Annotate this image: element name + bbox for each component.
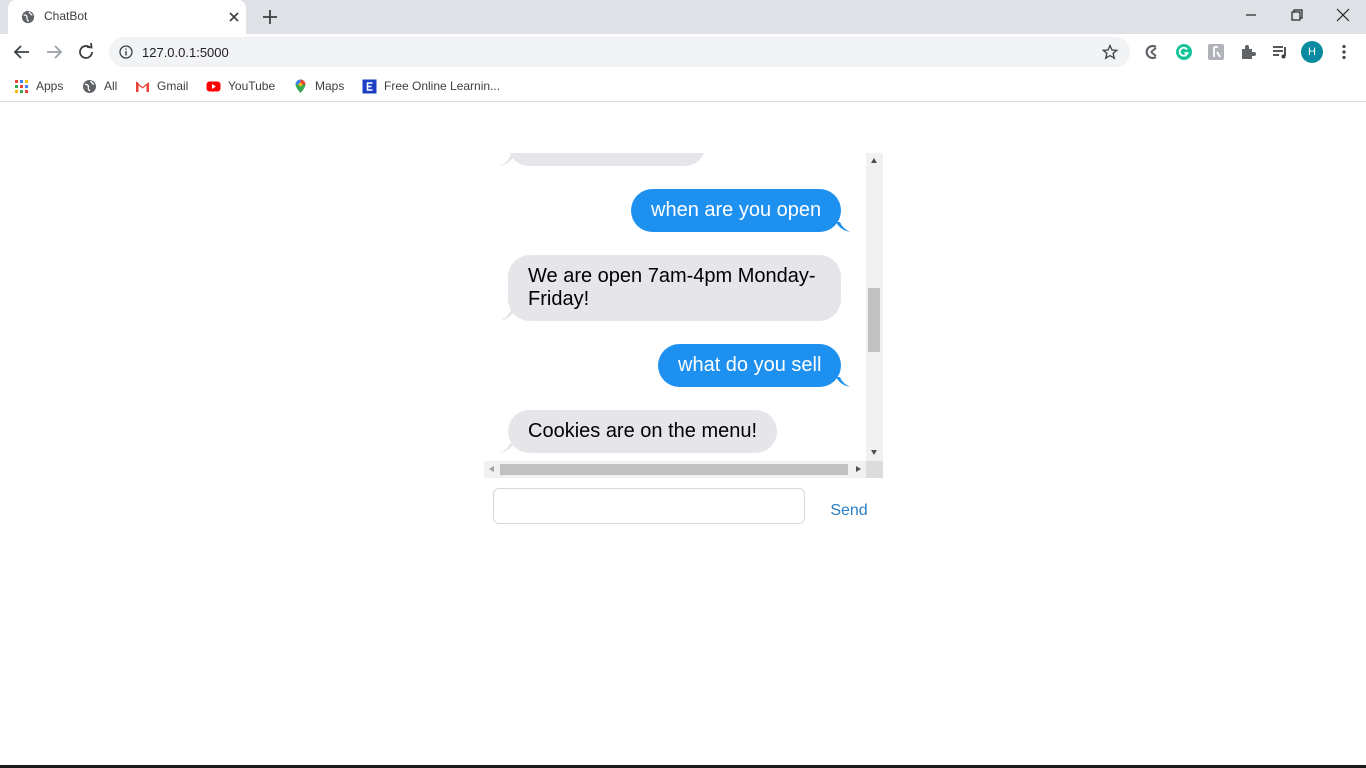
minimize-icon: [1246, 14, 1256, 16]
url-text: 127.0.0.1:5000: [142, 45, 229, 60]
tab-title: ChatBot: [44, 9, 88, 23]
maps-pin-icon: [295, 79, 306, 93]
bookmark-apps[interactable]: Apps: [14, 77, 63, 95]
restore-icon: [1291, 9, 1303, 21]
forward-arrow-icon: [47, 45, 63, 59]
send-button[interactable]: Send: [823, 500, 875, 522]
bot-message: Cookies are on the menu!: [508, 410, 778, 453]
bookmark-star-icon[interactable]: [1102, 44, 1118, 60]
bookmark-all[interactable]: All: [82, 77, 117, 95]
apps-grid-icon: [15, 79, 28, 93]
learning-site-icon: [362, 79, 377, 93]
bookmark-label: Apps: [36, 79, 64, 93]
new-tab-icon[interactable]: [261, 8, 279, 26]
puzzle-icon: [1242, 45, 1256, 59]
back-arrow-icon: [13, 45, 29, 59]
bookmarks-bar: Apps All Gmail YouTube Maps Free Online …: [0, 70, 1366, 102]
vertical-scroll-thumb[interactable]: [868, 288, 880, 352]
browser-toolbar: 127.0.0.1:5000 H: [0, 34, 1366, 70]
reload-icon: [79, 43, 93, 59]
bookmark-label: All: [104, 79, 118, 93]
scroll-down-arrow-icon[interactable]: [871, 450, 877, 455]
horizontal-scroll-thumb[interactable]: [500, 464, 848, 475]
extension-square-icon: [1208, 44, 1224, 60]
chat-window: when are you open We are open 7am-4pm Mo…: [484, 153, 883, 478]
extension-button[interactable]: [1142, 42, 1162, 62]
bubble-tail: [500, 156, 514, 166]
user-message: what do you sell: [658, 344, 842, 387]
media-control-button[interactable]: [1270, 42, 1290, 62]
tab-strip: ChatBot: [0, 0, 1366, 34]
more-vertical-icon: [1342, 44, 1346, 60]
close-icon: [1336, 8, 1350, 22]
message-list[interactable]: when are you open We are open 7am-4pm Mo…: [484, 153, 866, 461]
tab-chatbot[interactable]: ChatBot: [8, 0, 246, 34]
bubble-tail: [836, 222, 850, 232]
bookmark-label: Maps: [315, 79, 345, 93]
bot-message: We are open 7am-4pm Monday-Friday!: [508, 255, 841, 321]
reload-button[interactable]: [74, 40, 98, 64]
bubble-tail: [500, 311, 514, 321]
extensions-menu-button[interactable]: [1238, 42, 1258, 62]
gmail-icon: [135, 81, 149, 92]
address-bar[interactable]: 127.0.0.1:5000: [109, 37, 1130, 67]
profile-avatar[interactable]: H: [1301, 41, 1323, 63]
bookmark-youtube[interactable]: YouTube: [206, 77, 275, 95]
bookmark-label: Free Online Learnin...: [384, 79, 501, 93]
grammarly-button[interactable]: [1174, 42, 1194, 62]
extension-c-icon: [1145, 44, 1157, 60]
bookmark-free-online-learning[interactable]: Free Online Learnin...: [362, 77, 500, 95]
forward-button[interactable]: [42, 40, 66, 64]
bot-message: [508, 153, 706, 166]
scroll-right-arrow-icon[interactable]: [856, 466, 861, 472]
bubble-tail: [500, 443, 514, 453]
browser-menu-button[interactable]: [1334, 42, 1354, 62]
bookmark-label: Gmail: [157, 79, 189, 93]
scroll-left-arrow-icon[interactable]: [489, 466, 494, 472]
youtube-icon: [206, 81, 221, 91]
info-icon[interactable]: [119, 45, 133, 59]
horizontal-scrollbar[interactable]: [484, 461, 866, 478]
bookmark-label: YouTube: [228, 79, 276, 93]
bookmark-gmail[interactable]: Gmail: [135, 77, 188, 95]
user-message: when are you open: [631, 189, 842, 232]
grammarly-icon: [1176, 44, 1192, 60]
close-window-button[interactable]: [1320, 0, 1366, 30]
restore-button[interactable]: [1274, 0, 1320, 30]
vertical-scrollbar[interactable]: [866, 153, 883, 461]
minimize-button[interactable]: [1228, 0, 1274, 30]
playlist-icon: [1273, 46, 1286, 59]
scrollbar-corner: [866, 461, 883, 478]
bookmark-maps[interactable]: Maps: [293, 77, 344, 95]
message-input[interactable]: [493, 488, 805, 524]
extension-button[interactable]: [1206, 42, 1226, 62]
bubble-tail: [836, 377, 850, 387]
globe-icon: [21, 10, 35, 24]
scroll-up-arrow-icon[interactable]: [871, 158, 877, 163]
close-tab-icon[interactable]: [226, 9, 242, 25]
globe-icon: [83, 79, 96, 93]
back-button[interactable]: [10, 40, 34, 64]
